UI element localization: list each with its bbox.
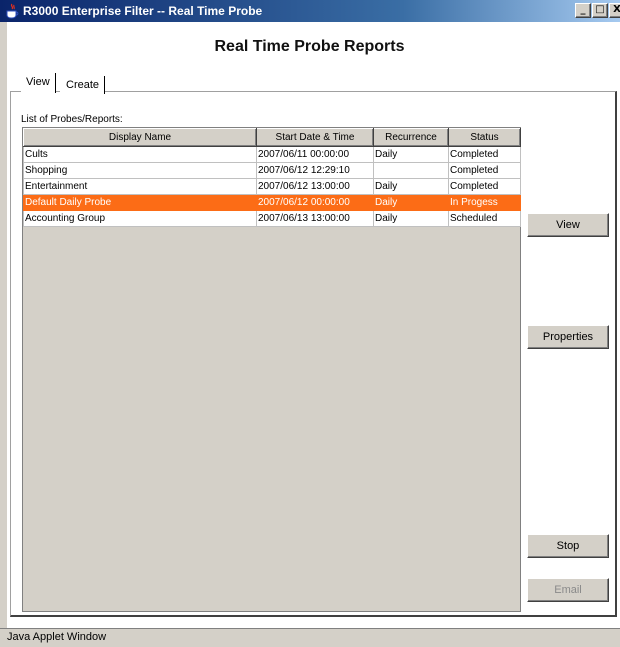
minimize-button[interactable]: _ xyxy=(575,3,591,18)
cell-status: Completed xyxy=(448,146,521,163)
cell-display-name: Entertainment xyxy=(23,178,257,195)
table-row-selected[interactable]: Default Daily Probe 2007/06/12 00:00:00 … xyxy=(23,194,521,211)
cell-display-name: Default Daily Probe xyxy=(23,194,257,211)
cell-display-name: Cults xyxy=(23,146,257,163)
cell-display-name: Accounting Group xyxy=(23,210,257,227)
window-title: R3000 Enterprise Filter -- Real Time Pro… xyxy=(23,4,263,18)
probe-table: Display Name Start Date & Time Recurrenc… xyxy=(23,128,521,227)
cell-status: Scheduled xyxy=(448,210,521,227)
column-header-start-date[interactable]: Start Date & Time xyxy=(256,128,374,147)
cell-status: Completed xyxy=(448,162,521,179)
email-button[interactable]: Email xyxy=(527,578,609,602)
view-button[interactable]: View xyxy=(527,213,609,237)
cell-recurrence: Daily xyxy=(373,146,449,163)
title-bar: R3000 Enterprise Filter -- Real Time Pro… xyxy=(0,0,620,22)
cell-recurrence: Daily xyxy=(373,210,449,227)
table-row[interactable]: Cults 2007/06/11 00:00:00 Daily Complete… xyxy=(23,146,521,163)
status-bar: Java Applet Window xyxy=(0,628,620,647)
cell-start-date: 2007/06/12 12:29:10 xyxy=(256,162,374,179)
cell-start-date: 2007/06/12 13:00:00 xyxy=(256,178,374,195)
cell-start-date: 2007/06/11 00:00:00 xyxy=(256,146,374,163)
cell-recurrence xyxy=(373,162,449,179)
cell-display-name: Shopping xyxy=(23,162,257,179)
column-header-status[interactable]: Status xyxy=(448,128,521,147)
close-button[interactable]: X xyxy=(609,3,620,18)
column-header-recurrence[interactable]: Recurrence xyxy=(373,128,449,147)
page-title: Real Time Probe Reports xyxy=(214,38,405,55)
cell-status: In Progess xyxy=(448,194,521,211)
tab-view[interactable]: View xyxy=(21,73,56,93)
probe-table-area[interactable]: Display Name Start Date & Time Recurrenc… xyxy=(22,127,521,612)
column-header-display-name[interactable]: Display Name xyxy=(23,128,257,147)
table-row[interactable]: Accounting Group 2007/06/13 13:00:00 Dai… xyxy=(23,210,521,227)
table-row[interactable]: Entertainment 2007/06/12 13:00:00 Daily … xyxy=(23,178,521,195)
cell-recurrence: Daily xyxy=(373,194,449,211)
cell-start-date: 2007/06/12 00:00:00 xyxy=(256,194,374,211)
cell-start-date: 2007/06/13 13:00:00 xyxy=(256,210,374,227)
applet-client-area: Real Time Probe Reports View Create List… xyxy=(7,22,620,628)
table-header-row: Display Name Start Date & Time Recurrenc… xyxy=(23,128,521,147)
cell-status: Completed xyxy=(448,178,521,195)
maximize-button[interactable]: □ xyxy=(592,3,608,18)
status-text: Java Applet Window xyxy=(7,631,107,643)
tab-create[interactable]: Create xyxy=(60,76,106,94)
probe-list-label: List of Probes/Reports: xyxy=(21,114,123,125)
cell-recurrence: Daily xyxy=(373,178,449,195)
properties-button[interactable]: Properties xyxy=(527,325,609,349)
java-cup-icon xyxy=(6,3,19,19)
table-row[interactable]: Shopping 2007/06/12 12:29:10 Completed xyxy=(23,162,521,179)
stop-button[interactable]: Stop xyxy=(527,534,609,558)
